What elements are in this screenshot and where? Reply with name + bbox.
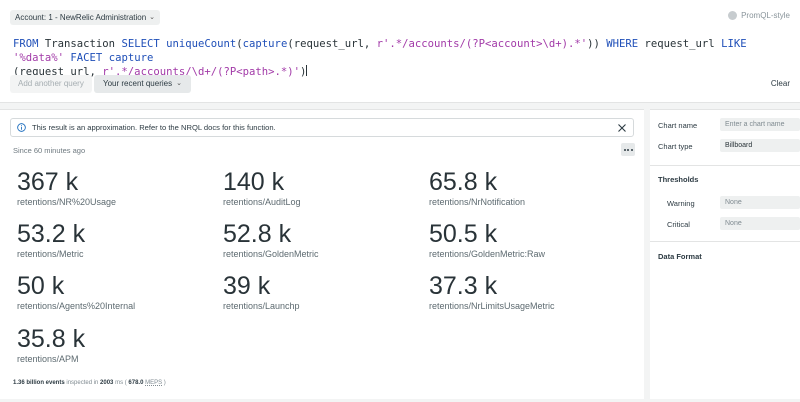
divider [650, 165, 800, 166]
account-selector[interactable]: Account: 1 - NewRelic Administration ⌄ [10, 10, 161, 25]
divider [650, 241, 800, 242]
metric-label: retentions/NrNotification [429, 197, 526, 207]
metric-value: 65.8 k [429, 168, 498, 196]
recent-queries-label: Your recent queries [103, 79, 173, 88]
notice-text: This result is an approximation. Refer t… [32, 123, 276, 132]
billboard-metric: 65.8 k retentions/NrNotification [429, 168, 629, 208]
recent-queries-button[interactable]: Your recent queries ⌄ [94, 75, 191, 93]
toggle-icon [728, 11, 738, 20]
metric-label: retentions/Agents%20Internal [17, 301, 136, 311]
billboard-metric: 37.3 k retentions/NrLimitsUsageMetric [429, 272, 629, 312]
query-string: '%data%' [13, 51, 65, 64]
metric-label: retentions/Metric [17, 249, 84, 259]
query-keyword: FROM [13, 38, 39, 50]
billboard-metric: 367 k retentions/NR%20Usage [17, 168, 217, 208]
billboard-metric: 50 k retentions/Agents%20Internal [17, 272, 217, 312]
data-format-title[interactable]: Data Format [658, 252, 702, 261]
query-text: Transaction [38, 38, 122, 50]
metric-value: 37.3 k [429, 272, 498, 300]
billboard-metric: 140 k retentions/AuditLog [223, 168, 423, 208]
chart-name-input[interactable]: Enter a chart name [720, 118, 800, 131]
metric-label: retentions/NR%20Usage [17, 197, 117, 207]
metric-label: retentions/NrLimitsUsageMetric [429, 301, 555, 311]
query-keyword: capture [242, 38, 288, 50]
query-text: request_url [638, 38, 722, 50]
time-range-text: Since 60 minutes ago [13, 146, 86, 155]
promql-toggle[interactable]: PromQL-style [728, 11, 790, 20]
nrql-query-editor[interactable]: FROM Transaction SELECT uniqueCount(capt… [13, 38, 793, 80]
text-cursor [306, 65, 308, 76]
query-keyword: FACET [70, 51, 103, 64]
metric-label: retentions/APM [17, 354, 79, 364]
meps-link[interactable]: MEPS [145, 380, 162, 386]
billboard-metric: 52.8 k retentions/GoldenMetric [223, 220, 423, 260]
chart-type-select[interactable]: Billboard [720, 139, 800, 152]
billboard-metric: 39 k retentions/Launchp [223, 272, 423, 312]
chart-type-label: Chart type [658, 142, 693, 151]
metric-value: 367 k [17, 168, 79, 196]
metric-label: retentions/GoldenMetric:Raw [429, 249, 546, 259]
chevron-down-icon: ⌄ [176, 80, 182, 87]
account-label: Account: 1 - NewRelic Administration [15, 13, 147, 22]
chevron-down-icon: ⌄ [149, 14, 156, 21]
billboard-metric: 53.2 k retentions/Metric [17, 220, 217, 260]
query-keyword: SELECT [121, 38, 160, 50]
query-builder-header: Account: 1 - NewRelic Administration ⌄ P… [0, 0, 800, 103]
more-options-button[interactable] [621, 143, 635, 156]
query-string: r'.*/accounts/(?P<account>\d+).*' [376, 38, 588, 50]
approximation-notice: This result is an approximation. Refer t… [10, 118, 634, 137]
metric-label: retentions/Launchp [223, 301, 300, 311]
billboard-metric: 35.8 k retentions/APM [17, 325, 217, 365]
events-rate: 678.0 [128, 380, 144, 386]
warning-label: Warning [667, 199, 695, 208]
critical-threshold-input[interactable]: None [720, 217, 800, 230]
metric-value: 50.5 k [429, 220, 498, 248]
info-icon [17, 123, 26, 132]
add-another-query-button[interactable]: Add another query [10, 75, 92, 93]
results-panel: This result is an approximation. Refer t… [0, 109, 644, 399]
metric-value: 53.2 k [17, 220, 86, 248]
metric-value: 52.8 k [223, 220, 292, 248]
chart-name-label: Chart name [658, 121, 698, 130]
metric-value: 39 k [223, 272, 271, 300]
chart-settings-panel: Chart name Enter a chart name Chart type… [650, 109, 800, 399]
thresholds-title[interactable]: Thresholds [658, 175, 698, 184]
query-keyword: WHERE [606, 38, 639, 50]
query-text: (request_url, [287, 38, 377, 50]
metric-value: 140 k [223, 168, 285, 196]
query-duration: 2003 [100, 380, 114, 386]
metric-label: retentions/GoldenMetric [223, 249, 319, 259]
metric-value: 35.8 k [17, 325, 86, 353]
promql-label: PromQL-style [741, 11, 790, 20]
clear-button[interactable]: Clear [771, 79, 790, 88]
ellipsis-icon [623, 148, 626, 151]
query-text [747, 38, 753, 50]
events-count: 1.36 billion events [13, 380, 65, 386]
query-keyword: uniqueCount [166, 38, 237, 50]
billboard-metric: 50.5 k retentions/GoldenMetric:Raw [429, 220, 629, 260]
query-text: )) [587, 38, 607, 50]
warning-threshold-input[interactable]: None [720, 196, 800, 209]
metric-value: 50 k [17, 272, 65, 300]
query-keyword: LIKE [721, 38, 747, 50]
metric-label: retentions/AuditLog [223, 197, 301, 207]
query-keyword: capture [108, 51, 154, 64]
query-stats: 1.36 billion events inspected in 2003 ms… [13, 380, 166, 386]
close-icon[interactable] [617, 123, 627, 133]
critical-label: Critical [667, 220, 690, 229]
